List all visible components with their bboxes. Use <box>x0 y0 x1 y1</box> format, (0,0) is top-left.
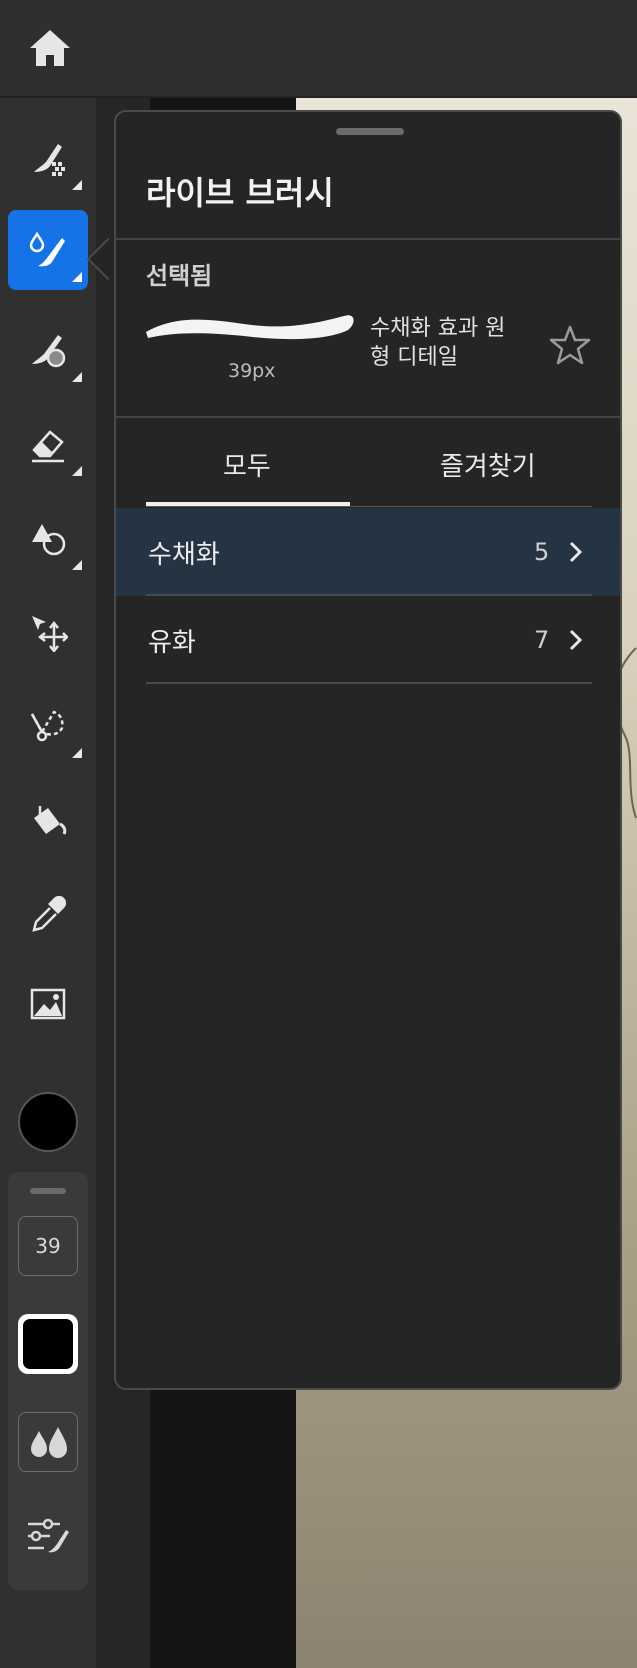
tab-all[interactable]: 모두 <box>223 446 271 483</box>
eyedropper-icon <box>32 895 67 932</box>
brush-size-label: 39px <box>228 360 276 382</box>
home-icon[interactable] <box>28 28 72 68</box>
tool-bar: 39 <box>0 98 96 1668</box>
live-brush-tool[interactable] <box>8 210 88 290</box>
eyedropper-tool[interactable] <box>8 874 88 954</box>
live-brush-panel: 라이브 브러시 선택됨 39px 수채화 효과 원형 디테일 모두 즐겨찾기 수… <box>114 110 622 1390</box>
current-color-swatch[interactable] <box>18 1092 78 1152</box>
shape-icon <box>32 524 66 556</box>
category-count: 7 <box>534 626 550 654</box>
live-brush-icon <box>29 231 65 267</box>
brush-settings-icon[interactable] <box>26 1516 70 1556</box>
chevron-right-icon <box>569 629 583 651</box>
pixel-brush-tool[interactable] <box>8 118 88 198</box>
vector-brush-tool[interactable] <box>8 310 88 390</box>
submenu-indicator-icon <box>72 272 82 282</box>
move-transform-icon <box>32 616 68 652</box>
lasso-select-tool[interactable] <box>8 686 88 766</box>
lasso-select-icon <box>30 710 64 742</box>
submenu-indicator-icon <box>72 748 82 758</box>
category-label: 유화 <box>148 628 196 658</box>
submenu-indicator-icon <box>72 372 82 382</box>
row-divider <box>146 682 592 684</box>
brush-color-button[interactable] <box>18 1314 78 1374</box>
shape-tool[interactable] <box>8 498 88 578</box>
category-label: 수채화 <box>148 540 220 570</box>
eraser-tool[interactable] <box>8 404 88 484</box>
brush-name: 수채화 효과 원형 디테일 <box>370 316 506 370</box>
eraser-icon <box>32 430 64 463</box>
pixel-brush-icon <box>34 144 65 176</box>
panel-drag-handle[interactable] <box>336 128 404 135</box>
panel-title: 라이브 브러시 <box>146 174 334 212</box>
favorite-star-icon[interactable] <box>549 324 591 366</box>
vector-brush-icon <box>32 335 66 368</box>
fill-bucket-icon <box>34 806 67 835</box>
brush-size-button[interactable]: 39 <box>18 1216 78 1276</box>
tab-favorites[interactable]: 즐겨찾기 <box>440 446 536 483</box>
submenu-indicator-icon <box>72 466 82 476</box>
category-row-oil[interactable]: 유화 7 <box>116 596 620 684</box>
chevron-right-icon <box>569 541 583 563</box>
image-icon <box>30 988 66 1020</box>
water-drops-icon <box>31 1427 67 1458</box>
submenu-indicator-icon <box>72 180 82 190</box>
category-count: 5 <box>534 538 550 566</box>
selected-label: 선택됨 <box>146 262 213 290</box>
divider <box>116 238 620 240</box>
divider <box>116 416 620 418</box>
tab-baseline <box>146 506 592 507</box>
category-row-watercolor[interactable]: 수채화 5 <box>116 508 620 596</box>
strip-grip[interactable] <box>30 1188 66 1194</box>
brush-settings-strip: 39 <box>8 1172 88 1590</box>
top-bar <box>0 0 637 98</box>
water-flow-button[interactable] <box>18 1412 78 1472</box>
move-tool[interactable] <box>8 592 88 672</box>
fill-tool[interactable] <box>8 780 88 860</box>
submenu-indicator-icon <box>72 560 82 570</box>
brush-stroke-preview[interactable] <box>144 306 356 350</box>
image-tool[interactable] <box>8 964 88 1044</box>
active-tab-indicator <box>146 502 350 506</box>
